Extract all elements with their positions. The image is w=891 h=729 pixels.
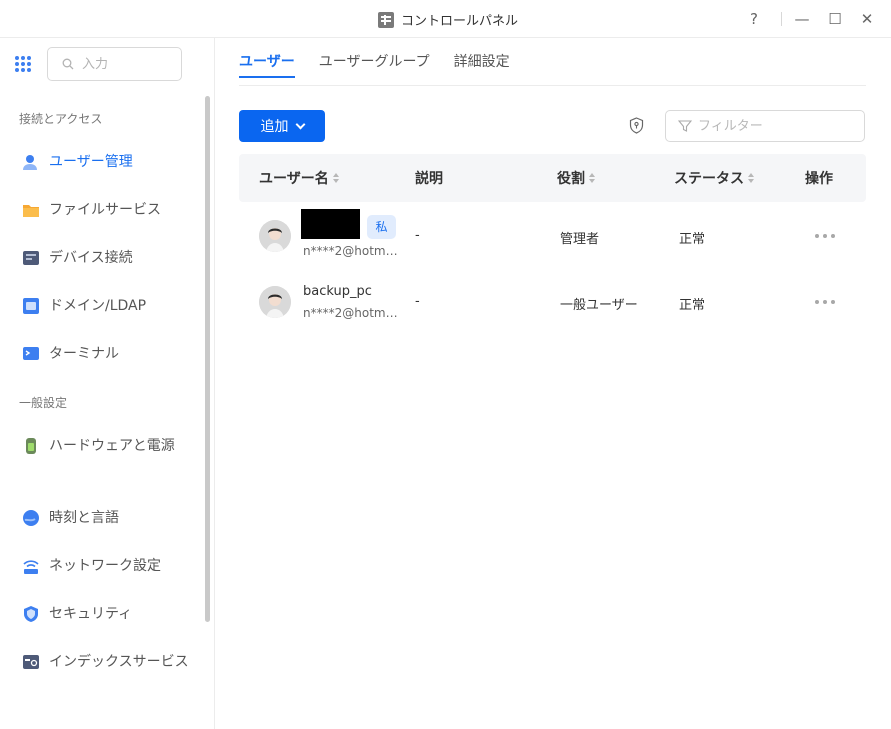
add-button-label: 追加 [260,119,289,135]
domain-icon [22,297,40,315]
column-header-status[interactable]: ステータス [674,168,754,188]
table-header: ユーザー名 説明 役割 ステータス 操作 [239,154,866,202]
app-grid-icon[interactable] [15,56,31,72]
column-header-label: ステータス [674,171,744,187]
sidebar-item-file-service[interactable]: ファイルサービス [22,198,197,222]
more-actions-icon[interactable] [815,229,835,243]
user-role: 一般ユーザー [560,298,638,313]
sidebar-item-terminal[interactable]: ターミナル [22,342,197,366]
sidebar: 接続とアクセス ユーザー管理 ファイルサービス デバイス接続 ドメイン/LDAP… [0,38,215,729]
index-icon [22,653,40,671]
user-description: - [415,228,420,243]
current-user-badge: 私 [367,215,396,239]
add-button[interactable]: 追加 [239,110,325,142]
tab-users[interactable]: ユーザー [239,38,295,86]
column-header-username[interactable]: ユーザー名 [259,168,339,188]
sidebar-item-label: デバイス接続 [49,250,133,266]
chevron-down-icon [295,119,305,129]
maximize-button[interactable]: ☐ [824,8,846,30]
device-icon [22,249,40,267]
sidebar-item-label: ドメイン/LDAP [49,298,147,314]
search-icon [62,58,74,70]
window-title-group: コントロールパネル [378,10,518,29]
sidebar-item-label: インデックスサービス [49,654,189,670]
sidebar-item-domain-ldap[interactable]: ドメイン/LDAP [22,294,197,318]
table-row[interactable]: 私 n****2@hotmail.com - 管理者 正常 [239,203,866,269]
sidebar-item-hardware-power[interactable]: ハードウェアと電源 [22,434,197,458]
control-panel-app-icon [378,11,394,28]
sidebar-item-time-language[interactable]: 時刻と言語 [22,506,197,530]
user-email: n****2@hotmail.com [303,244,398,258]
user-email: n****2@hotmail.com [303,306,398,320]
sidebar-search-input[interactable] [82,56,172,72]
title-divider [781,12,782,26]
sidebar-item-label: ネットワーク設定 [49,558,161,574]
user-role: 管理者 [560,232,600,247]
sidebar-item-label: セキュリティ [49,606,133,622]
sidebar-scrollbar[interactable] [205,96,210,622]
title-bar: コントロールパネル ? — ☐ ✕ [0,0,891,38]
shield-icon [22,605,40,623]
help-button[interactable]: ? [743,8,765,30]
globe-icon [22,509,40,527]
user-description: - [415,294,420,309]
sidebar-item-security[interactable]: セキュリティ [22,602,197,626]
sidebar-item-label: ユーザー管理 [49,154,133,170]
sidebar-item-label: ファイルサービス [49,202,161,218]
sort-icon[interactable] [589,173,595,183]
close-button[interactable]: ✕ [856,8,878,30]
sort-icon[interactable] [748,173,754,183]
user-status: 正常 [679,232,706,247]
user-status: 正常 [679,298,706,313]
more-actions-icon[interactable] [815,295,835,309]
sidebar-item-index-service[interactable]: インデックスサービス [22,650,197,674]
security-policy-icon[interactable] [628,117,645,134]
sidebar-item-network-settings[interactable]: ネットワーク設定 [22,554,197,578]
network-icon [22,557,40,575]
sort-icon[interactable] [332,173,339,183]
column-header-label: ユーザー名 [259,171,329,187]
folder-icon [22,201,40,219]
terminal-icon [22,345,40,363]
minimize-button[interactable]: — [791,8,813,30]
tab-bar: ユーザー ユーザーグループ 詳細設定 [239,38,866,86]
column-header-label: 操作 [805,171,833,187]
sidebar-item-label: ハードウェアと電源 [49,438,175,454]
sidebar-item-label: ターミナル [49,346,119,362]
sidebar-search[interactable] [47,47,182,81]
column-header-label: 説明 [415,171,443,187]
tab-advanced-settings[interactable]: 詳細設定 [454,38,510,86]
filter-input[interactable] [698,118,858,134]
sidebar-item-device-connection[interactable]: デバイス接続 [22,246,197,270]
tab-user-groups[interactable]: ユーザーグループ [319,38,430,86]
sidebar-item-user-management[interactable]: ユーザー管理 [22,150,197,174]
avatar [259,286,291,318]
hardware-icon [22,437,40,455]
section-label-connection: 接続とアクセス [19,112,103,126]
column-header-label: 役割 [557,171,585,187]
section-label-general: 一般設定 [19,396,68,410]
redacted-username [301,209,360,239]
window-title: コントロールパネル [401,14,519,29]
column-header-description: 説明 [415,168,443,188]
filter-field[interactable] [665,110,865,142]
user-icon [22,153,40,171]
table-row[interactable]: backup_pc n****2@hotmail.com - 一般ユーザー 正常 [239,269,866,335]
column-header-role[interactable]: 役割 [557,168,595,188]
avatar [259,220,291,252]
sidebar-item-label: 時刻と言語 [49,510,119,526]
column-header-actions: 操作 [805,168,833,188]
filter-icon [678,120,692,132]
username: backup_pc [303,284,372,299]
